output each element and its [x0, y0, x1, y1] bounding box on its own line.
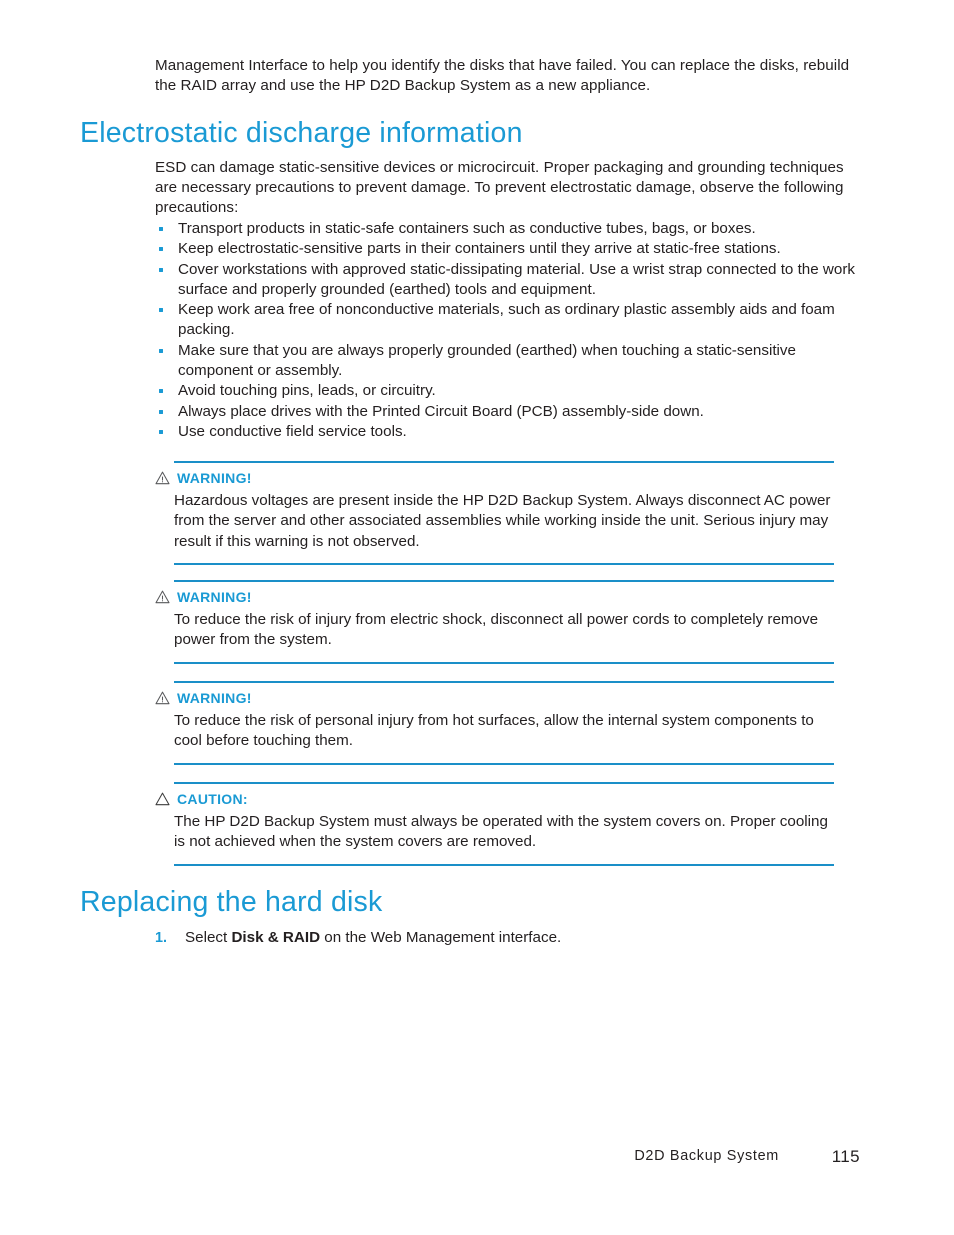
admonition-label: WARNING!: [177, 690, 252, 706]
esd-precautions-list: Transport products in static-safe contai…: [155, 219, 855, 442]
bullet-dot-icon: [159, 429, 163, 434]
list-item-text: Use conductive field service tools.: [178, 422, 407, 440]
admonition-body: To reduce the risk of personal injury fr…: [174, 711, 834, 752]
bullet-dot-icon: [159, 267, 163, 272]
admonition-text: To reduce the risk of injury from electr…: [174, 611, 819, 649]
divider: [174, 763, 834, 765]
admonition-label: WARNING!: [177, 589, 252, 605]
list-item: Make sure that you are always properly g…: [155, 341, 855, 382]
admonition-body: The HP D2D Backup System must always be …: [174, 812, 834, 853]
divider: [174, 580, 834, 582]
esd-paragraph-block: ESD can damage static-sensitive devices …: [155, 158, 855, 218]
caution-triangle-icon: [155, 792, 170, 806]
list-item: Transport products in static-safe contai…: [155, 219, 855, 239]
bullet-dot-icon: [159, 227, 163, 231]
page-footer: D2D Backup System 115: [0, 1147, 954, 1170]
step-text-suffix: on the Web Management interface.: [320, 929, 562, 946]
list-item-text: Keep work area free of nonconductive mat…: [178, 301, 835, 339]
bullet-dot-icon: [159, 348, 163, 353]
admonition-body: To reduce the risk of injury from electr…: [174, 610, 834, 651]
step-number: 1.: [155, 930, 168, 946]
step-text-bold: Disk & RAID: [231, 929, 321, 946]
page-title-electrostatic-discharge: Electrostatic discharge information: [80, 117, 523, 149]
list-item-text: Transport products in static-safe contai…: [178, 220, 756, 237]
divider: [174, 782, 834, 784]
bullet-dot-icon: [159, 389, 163, 394]
divider: [174, 461, 834, 463]
footer-page-number: 115: [831, 1147, 860, 1166]
intro-paragraph-block: Management Interface to help you identif…: [155, 56, 855, 96]
divider: [174, 662, 834, 664]
warning-triangle-icon: [155, 471, 170, 485]
admonition-warning-2: WARNING! To reduce the risk of injury fr…: [155, 580, 855, 664]
bullet-dot-icon: [159, 409, 163, 414]
admonition-header: WARNING!: [155, 689, 252, 707]
admonition-text: The HP D2D Backup System must always be …: [174, 813, 828, 851]
list-item: 1. Select Disk & RAID on the Web Managem…: [155, 928, 855, 948]
warning-triangle-icon: [155, 691, 170, 705]
list-item-text: Keep electrostatic-sensitive parts in th…: [178, 240, 781, 258]
list-item-text: Always place drives with the Printed Cir…: [178, 402, 704, 420]
warning-triangle-icon: [155, 590, 170, 604]
replace-steps-list: 1. Select Disk & RAID on the Web Managem…: [155, 928, 855, 948]
document-page: Management Interface to help you identif…: [0, 0, 954, 1235]
admonition-text: To reduce the risk of personal injury fr…: [174, 712, 814, 750]
list-item: Cover workstations with approved static-…: [155, 260, 855, 301]
page-title-replacing-hard-disk: Replacing the hard disk: [80, 886, 383, 918]
admonition-text: Hazardous voltages are present inside th…: [174, 492, 831, 550]
admonition-warning-3: WARNING! To reduce the risk of personal …: [155, 681, 855, 765]
admonition-warning-1: WARNING! Hazardous voltages are present …: [155, 461, 855, 565]
admonition-body: Hazardous voltages are present inside th…: [174, 491, 834, 552]
list-item: Always place drives with the Printed Cir…: [155, 402, 855, 422]
admonition-caution: CAUTION: The HP D2D Backup System must a…: [155, 782, 855, 866]
list-item: Avoid touching pins, leads, or circuitry…: [155, 381, 855, 401]
footer-document-title: D2D Backup System: [634, 1148, 779, 1164]
list-item: Use conductive field service tools.: [155, 422, 855, 442]
list-item: Keep work area free of nonconductive mat…: [155, 300, 855, 341]
list-item-text: Cover workstations with approved static-…: [178, 260, 855, 298]
intro-paragraph: Management Interface to help you identif…: [155, 57, 850, 94]
bullet-dot-icon: [159, 247, 163, 252]
admonition-header: WARNING!: [155, 588, 252, 606]
divider: [174, 563, 834, 565]
divider: [174, 864, 834, 866]
bullet-dot-icon: [159, 308, 163, 313]
step-text-prefix: Select: [185, 929, 232, 946]
list-item-text: Avoid touching pins, leads, or circuitry…: [178, 382, 436, 400]
admonition-label: WARNING!: [177, 470, 252, 486]
admonition-header: WARNING!: [155, 469, 252, 487]
admonition-header: CAUTION:: [155, 790, 248, 808]
divider: [174, 681, 834, 683]
esd-paragraph: ESD can damage static-sensitive devices …: [155, 159, 844, 216]
list-item-text: Make sure that you are always properly g…: [178, 341, 796, 380]
admonition-label: CAUTION:: [177, 791, 248, 807]
list-item: Keep electrostatic-sensitive parts in th…: [155, 239, 855, 259]
